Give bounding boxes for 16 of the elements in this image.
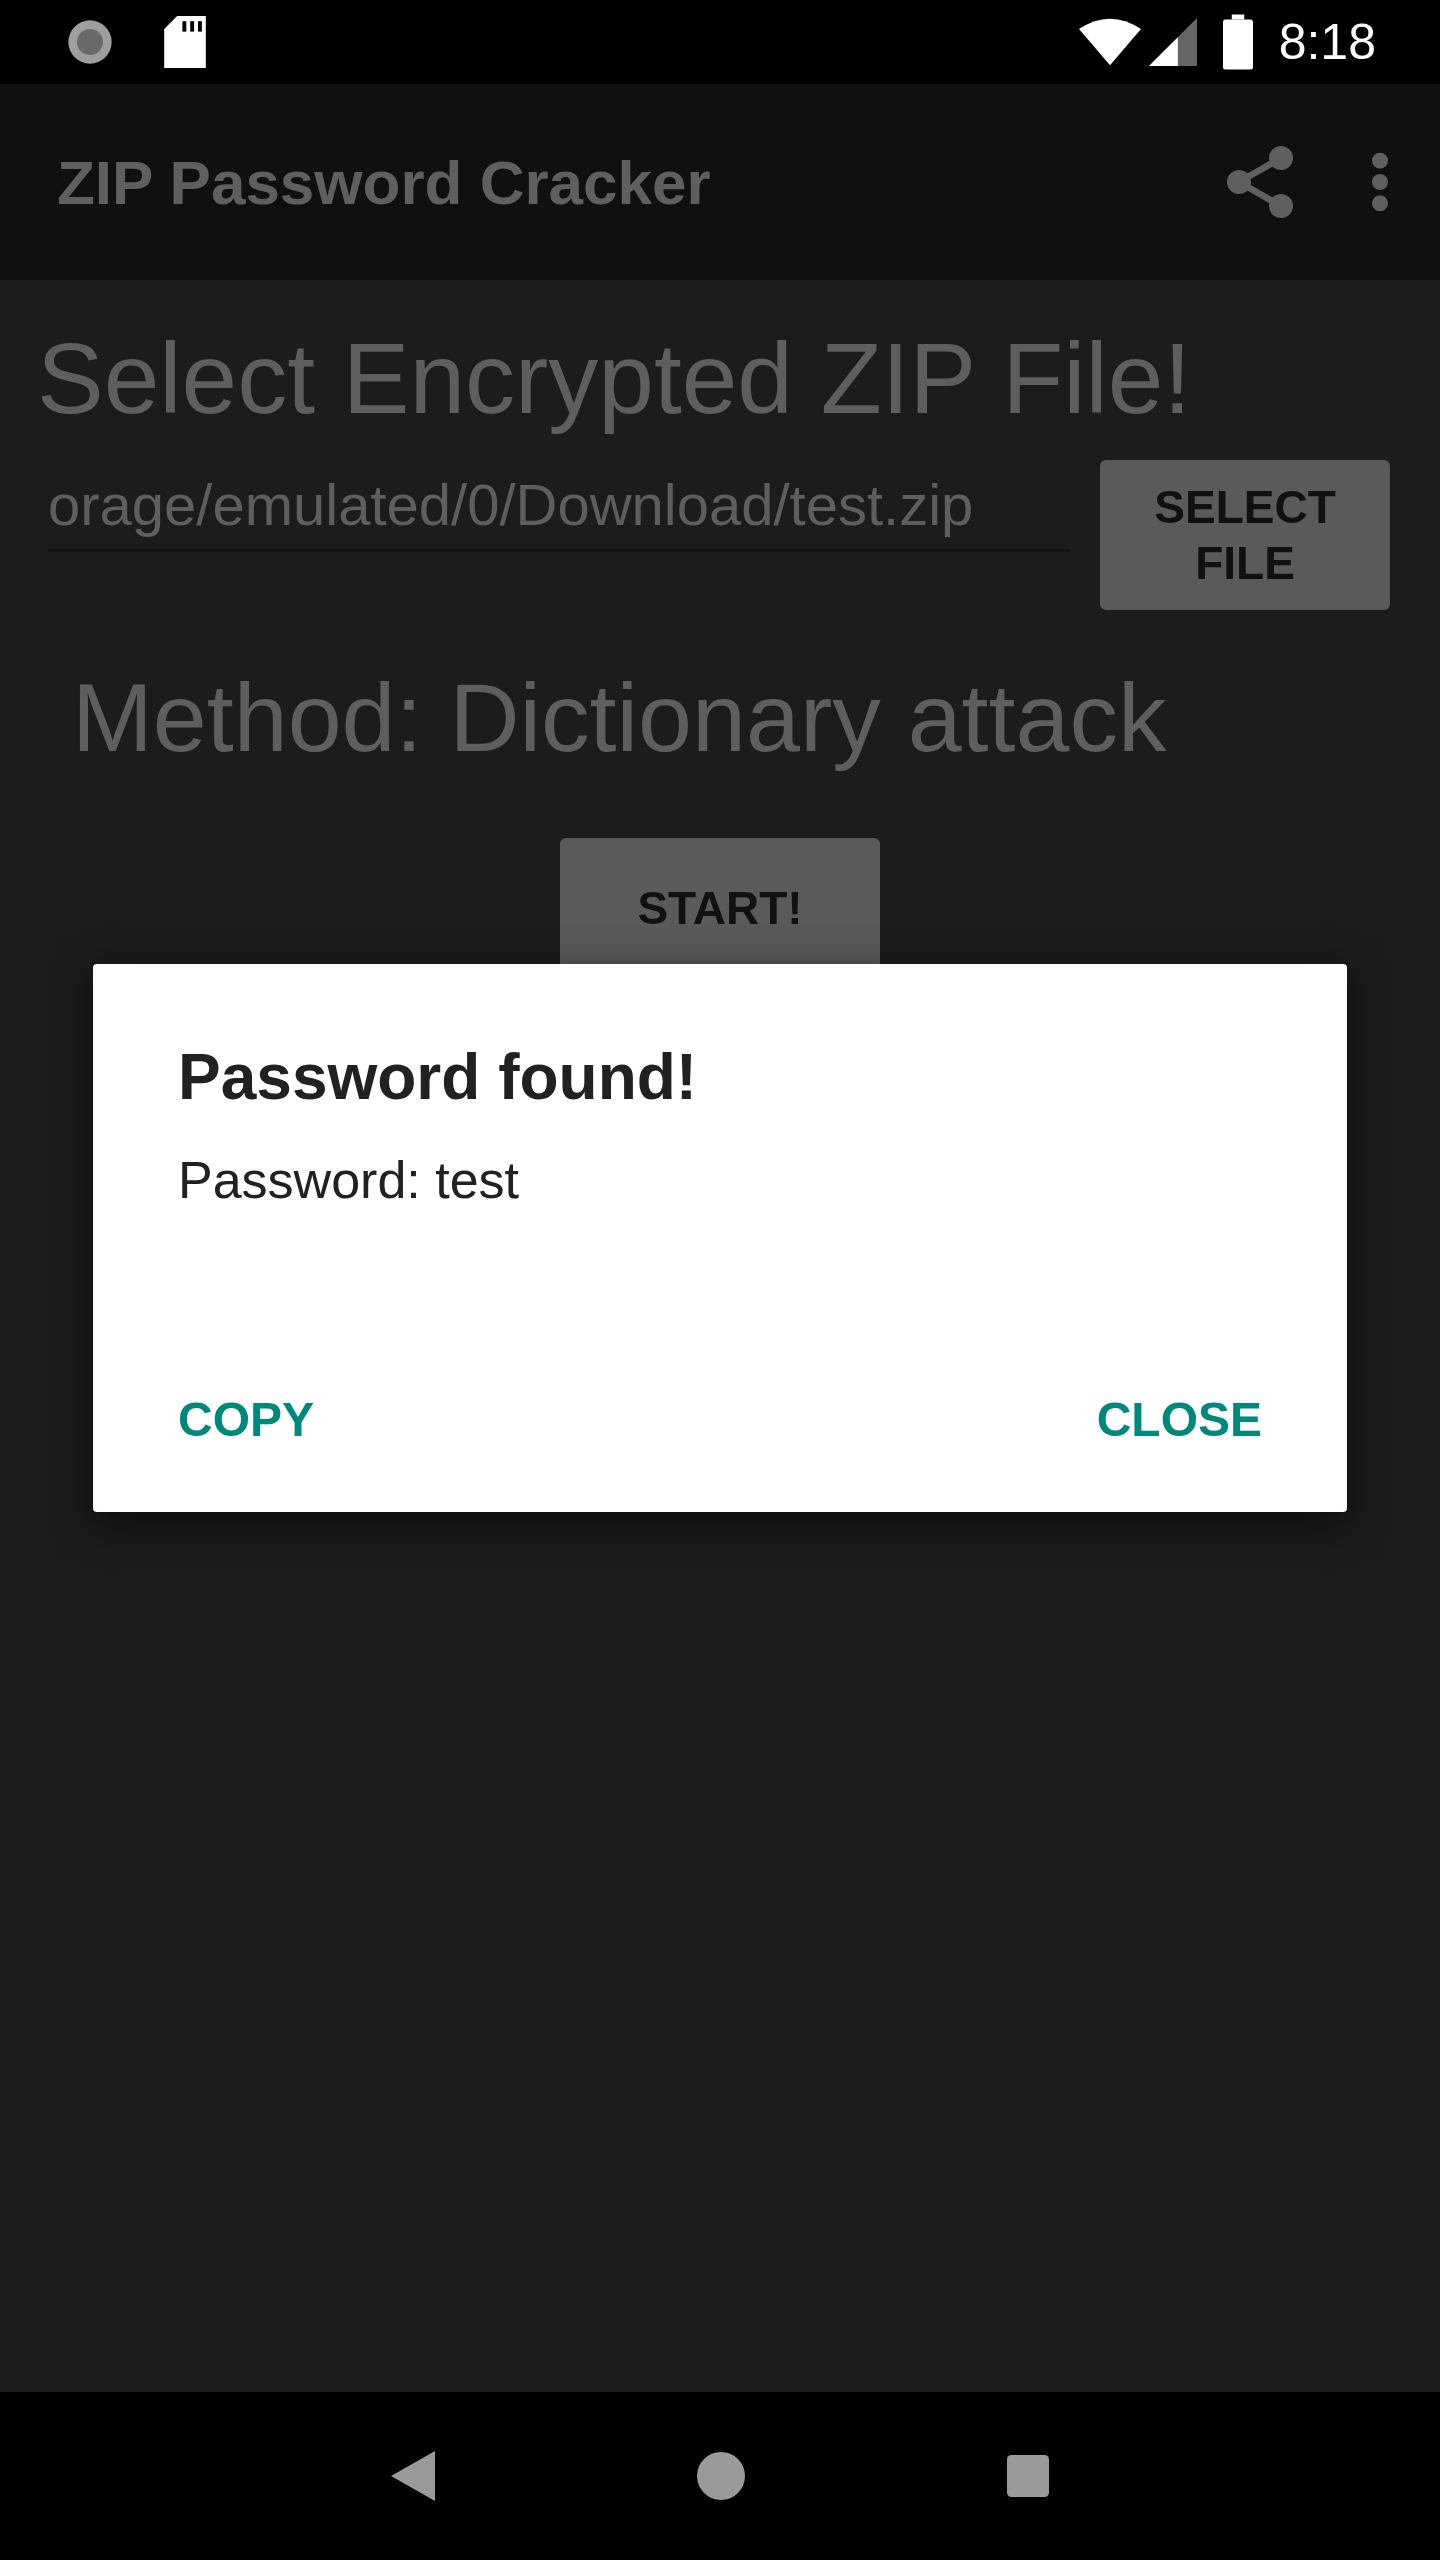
clock: 8:18: [1278, 17, 1376, 67]
close-button[interactable]: CLOSE: [1071, 1380, 1287, 1460]
home-icon[interactable]: [697, 2452, 745, 2500]
copy-button[interactable]: COPY: [153, 1380, 340, 1460]
app-title: ZIP Password Cracker: [57, 146, 712, 219]
heading: Select Encrypted ZIP File!: [37, 321, 1193, 436]
dialog-message: Password: test: [178, 1150, 521, 1211]
battery-icon: [1222, 14, 1253, 70]
signal-icon: [1148, 18, 1197, 66]
back-icon[interactable]: [391, 2451, 435, 2501]
method-label: Method: Dictionary attack: [72, 662, 1168, 774]
sd-card-icon: [164, 16, 206, 68]
dialog-title: Password found!: [178, 1040, 699, 1115]
file-path-field[interactable]: orage/emulated/0/Download/test.zip: [48, 460, 1070, 552]
select-file-button[interactable]: SELECT FILE: [1100, 460, 1390, 610]
wifi-icon: [1078, 18, 1141, 66]
